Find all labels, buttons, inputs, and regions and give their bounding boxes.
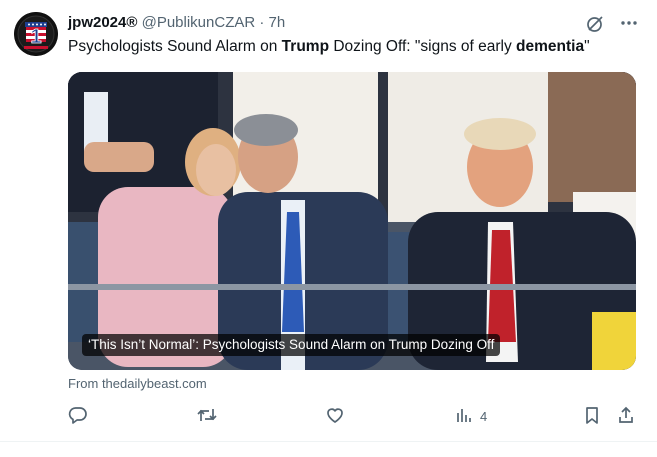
like-icon: [325, 405, 345, 428]
views-count: 4: [480, 408, 488, 424]
display-name[interactable]: jpw2024®: [68, 14, 137, 31]
card-photo: [68, 72, 636, 370]
share-icon: [616, 405, 636, 428]
post-time[interactable]: 7h: [269, 14, 286, 31]
link-source[interactable]: From thedailybeast.com: [68, 376, 207, 391]
header-actions: [585, 14, 639, 34]
views-button[interactable]: 4: [454, 402, 487, 430]
post-text-highlight: dementia: [516, 38, 585, 55]
post-header: jpw2024® @PublikunCZAR · 7h: [68, 14, 639, 34]
user-handle[interactable]: @PublikunCZAR: [142, 14, 256, 31]
reply-icon: [68, 405, 88, 428]
post-text-part: ": [584, 38, 590, 55]
post-text: Psychologists Sound Alarm on Trump Dozin…: [68, 37, 638, 57]
avatar[interactable]: 1: [14, 12, 58, 56]
reply-button[interactable]: [68, 402, 88, 430]
next-post-stub: [0, 442, 657, 457]
separator-dot: ·: [259, 14, 265, 31]
card-caption[interactable]: ‘This Isn’t Normal’: Psychologists Sound…: [82, 334, 501, 356]
more-icon[interactable]: [619, 14, 639, 34]
grok-icon[interactable]: [585, 14, 605, 34]
post-text-highlight: Trump: [281, 38, 330, 55]
avatar-number: 1: [30, 26, 41, 48]
bookmark-button[interactable]: [582, 402, 602, 430]
post-text-part: Dozing Off: "signs of early: [329, 38, 517, 55]
views-icon: [454, 405, 474, 428]
like-button[interactable]: [325, 402, 345, 430]
action-bar: 4: [68, 402, 636, 430]
tweet[interactable]: 1 jpw2024® @PublikunCZAR · 7h Psychologi…: [0, 0, 657, 441]
repost-icon: [196, 405, 218, 428]
link-card[interactable]: ‘This Isn’t Normal’: Psychologists Sound…: [68, 72, 636, 370]
share-button[interactable]: [616, 402, 636, 430]
repost-button[interactable]: [196, 402, 218, 430]
bookmark-icon: [582, 405, 602, 428]
post-text-part: Psychologists Sound Alarm on: [68, 38, 282, 55]
avatar-logo: 1: [14, 12, 58, 56]
